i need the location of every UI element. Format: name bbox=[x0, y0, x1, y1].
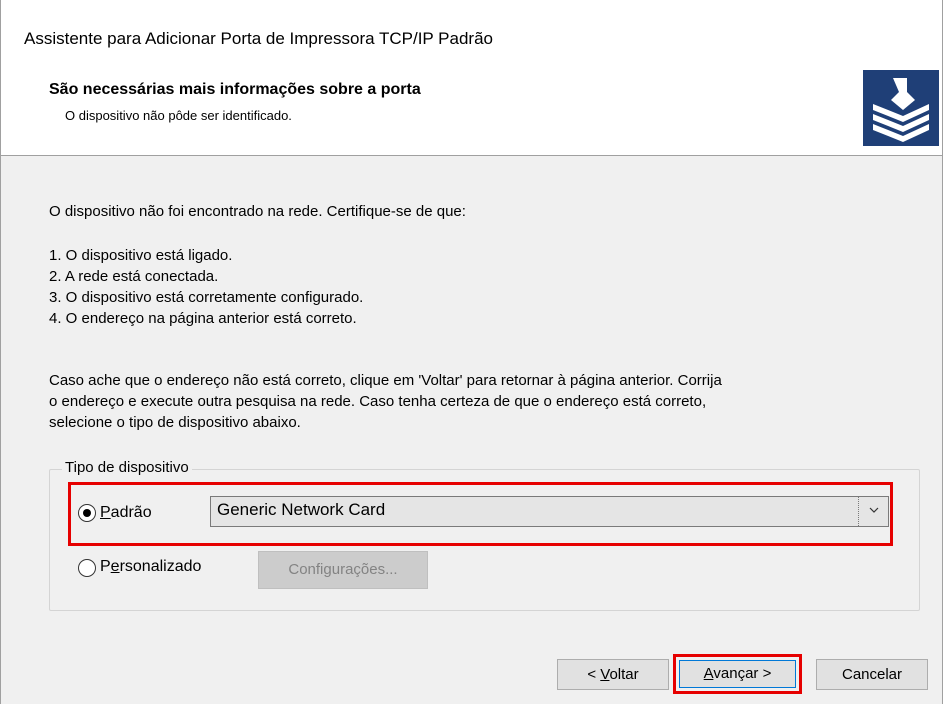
wizard-header: São necessárias mais informações sobre a… bbox=[1, 64, 942, 156]
instructions-paragraph: Caso ache que o endereço não está corret… bbox=[49, 370, 722, 433]
custom-radio-label[interactable]: Personalizado bbox=[100, 558, 201, 576]
custom-label-rest: rsonalizado bbox=[119, 558, 202, 575]
checklist-item: 3. O dispositivo está corretamente confi… bbox=[49, 289, 364, 306]
standard-radio-label[interactable]: Padrão bbox=[100, 504, 152, 522]
custom-radio[interactable] bbox=[78, 559, 96, 577]
device-type-combobox[interactable]: Generic Network Card bbox=[210, 496, 889, 527]
checklist-item: 2. A rede está conectada. bbox=[49, 268, 219, 285]
printer-icon bbox=[863, 70, 939, 146]
paragraph-line: o endereço e execute outra pesquisa na r… bbox=[49, 393, 707, 410]
next-rest: vançar > bbox=[713, 665, 772, 682]
standard-label-rest: adrão bbox=[110, 504, 152, 521]
back-rest: oltar bbox=[609, 666, 639, 683]
next-mnemonic: A bbox=[703, 665, 714, 682]
back-pre: < bbox=[587, 666, 601, 683]
header-title: São necessárias mais informações sobre a… bbox=[49, 81, 421, 98]
custom-label-pre: P bbox=[100, 558, 111, 575]
standard-radio[interactable] bbox=[78, 504, 96, 522]
combo-dropdown-button[interactable] bbox=[858, 497, 888, 526]
paragraph-line: Caso ache que o endereço não está corret… bbox=[49, 372, 722, 389]
cancel-button[interactable]: Cancelar bbox=[816, 659, 928, 690]
wizard-window: Assistente para Adicionar Porta de Impre… bbox=[0, 0, 943, 704]
standard-mnemonic: P bbox=[100, 504, 111, 521]
paragraph-line: selecione o tipo de dispositivo abaixo. bbox=[49, 414, 301, 431]
chevron-down-icon bbox=[869, 507, 879, 513]
window-title: Assistente para Adicionar Porta de Impre… bbox=[24, 29, 494, 48]
settings-button[interactable]: Configurações... bbox=[258, 551, 428, 589]
checklist-item: 4. O endereço na página anterior está co… bbox=[49, 310, 357, 327]
intro-text: O dispositivo não foi encontrado na rede… bbox=[49, 203, 466, 220]
combo-selected-value: Generic Network Card bbox=[217, 500, 386, 519]
next-button[interactable]: Avançar > bbox=[679, 660, 796, 688]
custom-mnemonic: e bbox=[110, 558, 120, 575]
device-type-group-label: Tipo de dispositivo bbox=[62, 459, 192, 476]
printer-icon-graphic bbox=[863, 70, 939, 146]
title-bar: Assistente para Adicionar Porta de Impre… bbox=[1, 0, 942, 64]
header-subtitle: O dispositivo não pôde ser identificado. bbox=[65, 108, 292, 123]
back-button[interactable]: < Voltar bbox=[557, 659, 669, 690]
checklist: 1. O dispositivo está ligado. 2. A rede … bbox=[49, 245, 363, 329]
checklist-item: 1. O dispositivo está ligado. bbox=[49, 247, 233, 264]
